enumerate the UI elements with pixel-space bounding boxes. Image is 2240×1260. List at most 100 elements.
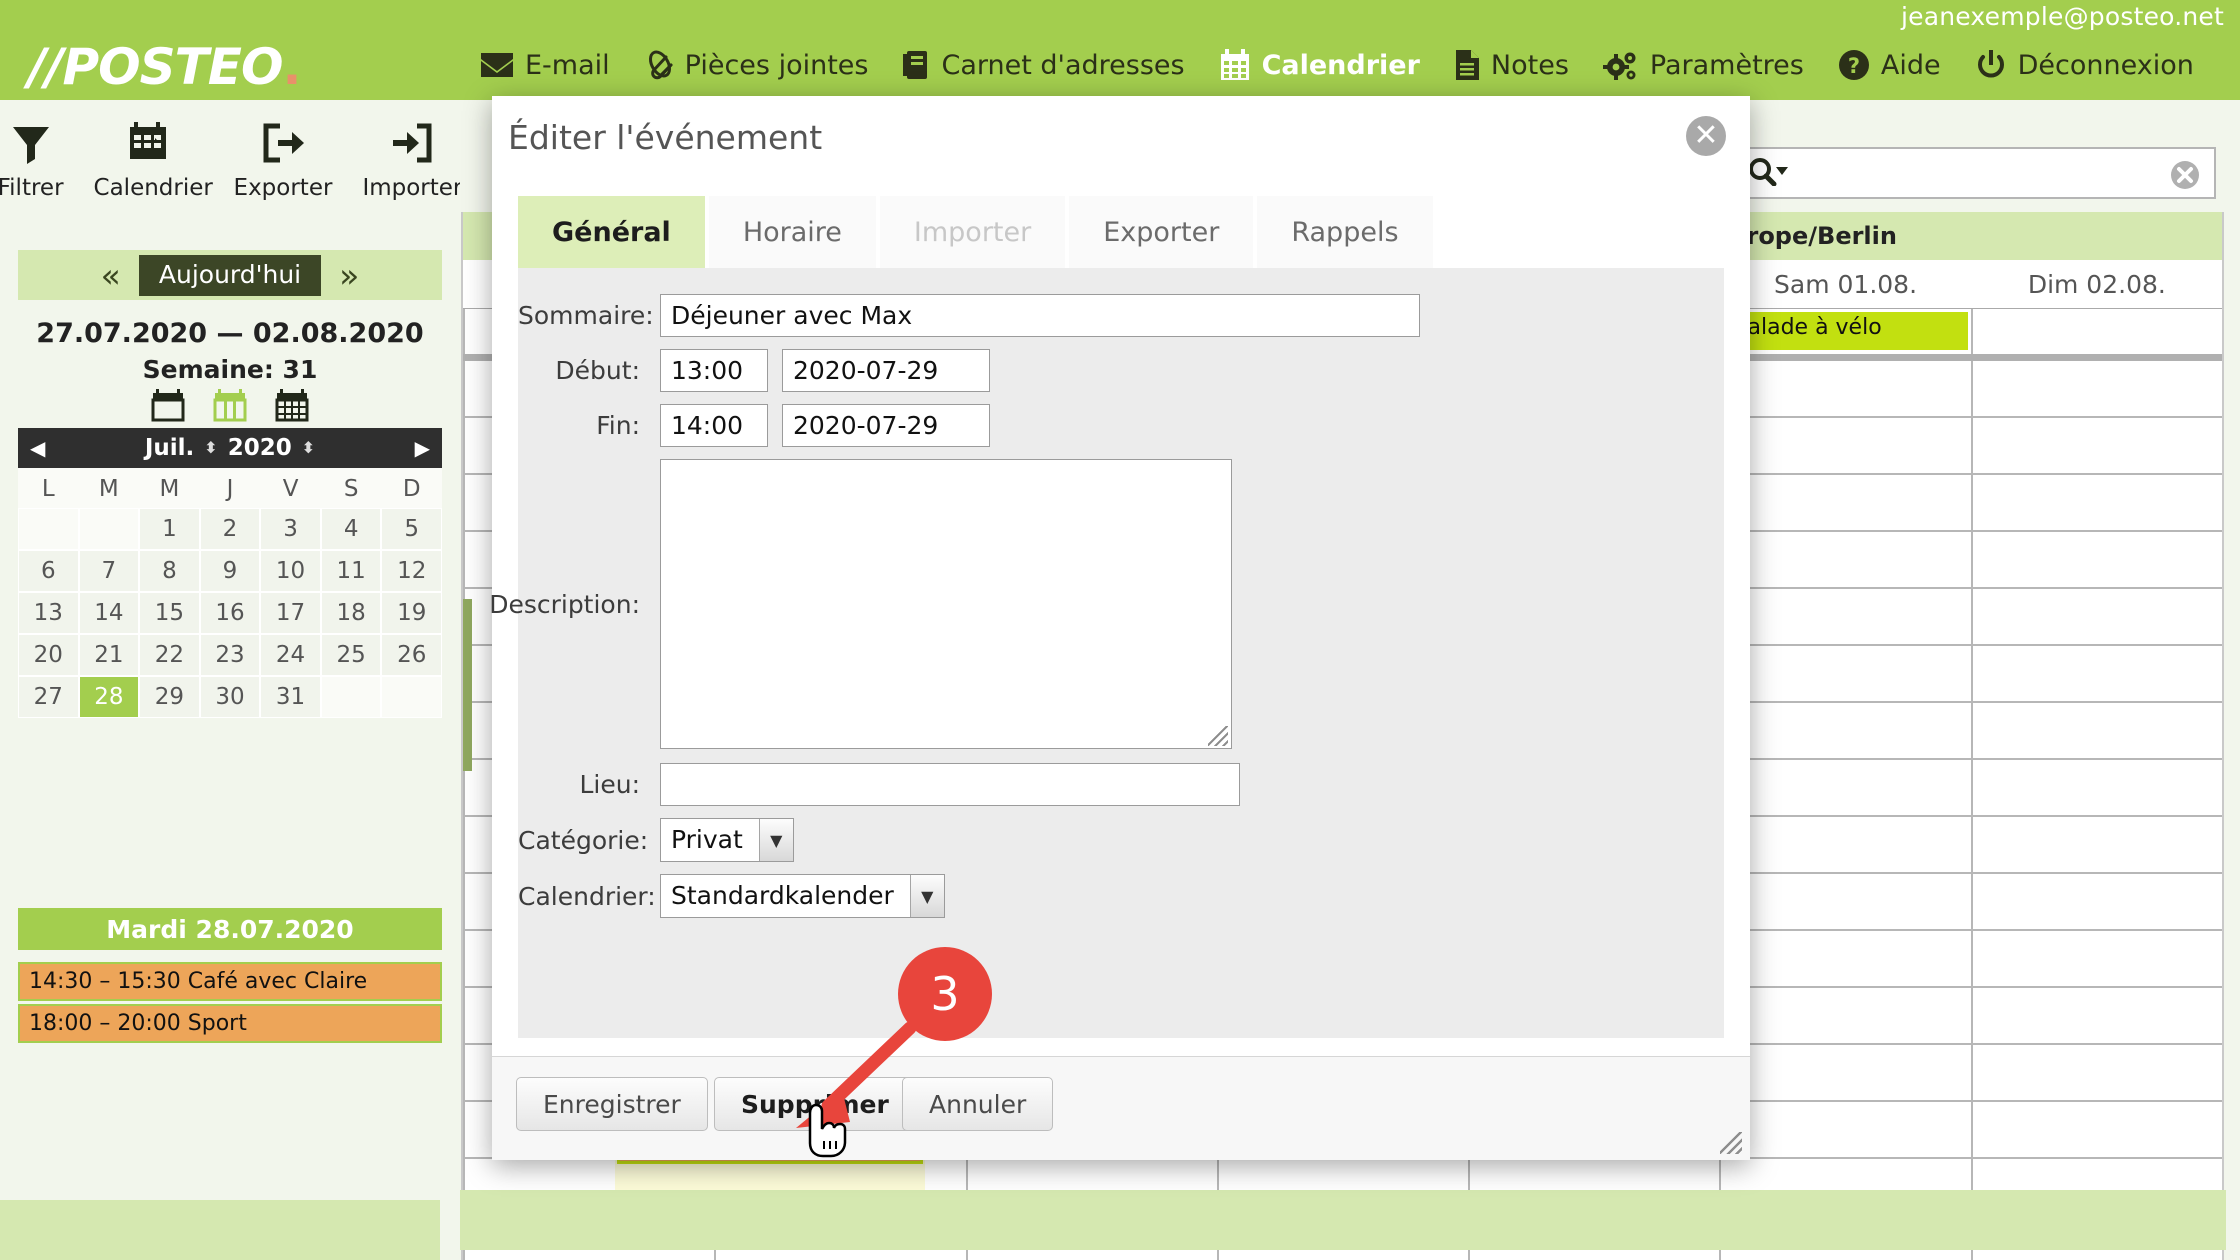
hour-cell[interactable] xyxy=(1970,1045,2222,1100)
mini-cal-day[interactable]: 29 xyxy=(139,676,200,718)
hour-cell[interactable] xyxy=(1719,589,1970,644)
mini-cal-month[interactable]: Juil. xyxy=(145,435,194,461)
hour-cell[interactable] xyxy=(1719,817,1970,872)
mini-cal-day[interactable]: 5 xyxy=(381,508,442,550)
day-column-header[interactable]: Dim 02.08. xyxy=(1971,260,2222,308)
mini-cal-day[interactable]: 11 xyxy=(320,550,382,592)
sidebar-tool-filter[interactable]: Filtrer xyxy=(0,112,64,230)
hour-cell[interactable] xyxy=(1719,1045,1970,1100)
end-date-input[interactable] xyxy=(782,404,990,447)
start-time-input[interactable] xyxy=(660,349,768,392)
search-input[interactable] xyxy=(1790,152,2214,194)
mini-cal-year[interactable]: 2020 xyxy=(228,435,292,461)
dialog-tab-exporter[interactable]: Exporter xyxy=(1069,196,1254,268)
mini-cal-day[interactable]: 18 xyxy=(320,592,382,634)
hour-cell[interactable] xyxy=(1719,760,1970,815)
hour-cell[interactable] xyxy=(1970,1102,2222,1157)
location-input[interactable] xyxy=(660,763,1240,806)
calendar-select[interactable]: Standardkalender ▼ xyxy=(660,874,945,918)
today-button[interactable]: Aujourd'hui xyxy=(138,254,322,296)
agenda-event-item[interactable]: 14:30 – 15:30 Café avec Claire xyxy=(18,962,442,1001)
all-day-cell[interactable] xyxy=(1970,309,2222,354)
close-icon[interactable]: ✕ xyxy=(1686,116,1726,156)
mini-cal-day[interactable]: 30 xyxy=(199,676,261,718)
mini-cal-day[interactable]: 25 xyxy=(320,634,382,676)
sidebar-tool-import[interactable]: Importer xyxy=(362,112,462,230)
hour-cell[interactable] xyxy=(1719,1102,1970,1157)
hour-cell[interactable] xyxy=(1719,361,1970,416)
mini-cal-day[interactable]: 12 xyxy=(381,550,442,592)
mini-cal-prev-icon[interactable]: ◀ xyxy=(30,436,45,460)
hour-cell[interactable] xyxy=(1970,418,2222,473)
summary-input[interactable] xyxy=(660,294,1420,337)
hour-cell[interactable] xyxy=(1970,874,2222,929)
hour-cell[interactable] xyxy=(1970,589,2222,644)
mini-cal-day[interactable]: 16 xyxy=(199,592,261,634)
sidebar-tool-calendar[interactable]: Calendrier xyxy=(94,112,213,230)
mini-cal-day[interactable]: 8 xyxy=(139,550,200,592)
search-box[interactable] xyxy=(1732,147,2216,199)
hour-cell[interactable] xyxy=(1719,703,1970,758)
hour-cell[interactable] xyxy=(1719,475,1970,530)
hour-cell[interactable] xyxy=(1970,760,2222,815)
mini-cal-day[interactable]: 19 xyxy=(381,592,442,634)
nav-item-notes[interactable]: Notes xyxy=(1454,49,1569,81)
mini-cal-day[interactable]: 6 xyxy=(18,550,79,592)
day-view-icon[interactable] xyxy=(151,388,185,426)
hour-cell[interactable] xyxy=(1719,418,1970,473)
nav-item-addressbook[interactable]: Carnet d'adresses xyxy=(902,49,1185,81)
save-button[interactable]: Enregistrer xyxy=(516,1077,708,1131)
posteo-logo[interactable]: //POSTEO. xyxy=(28,38,301,96)
hour-cell[interactable] xyxy=(1719,646,1970,701)
mini-cal-day[interactable]: 26 xyxy=(381,634,442,676)
hour-cell[interactable] xyxy=(1719,874,1970,929)
mini-cal-day[interactable]: 14 xyxy=(78,592,140,634)
hour-cell[interactable] xyxy=(1970,988,2222,1043)
hour-cell[interactable] xyxy=(1970,817,2222,872)
chevron-down-icon[interactable]: ▼ xyxy=(909,875,944,917)
mini-cal-day[interactable]: 9 xyxy=(199,550,261,592)
mini-cal-day[interactable]: 24 xyxy=(260,634,321,676)
next-week-button[interactable]: » xyxy=(339,259,359,292)
mini-cal-next-icon[interactable]: ▶ xyxy=(415,436,430,460)
mini-cal-day[interactable]: 31 xyxy=(260,676,321,718)
dialog-tab-gnral[interactable]: Général xyxy=(518,196,705,268)
nav-item-attachments[interactable]: Pièces jointes xyxy=(644,49,868,81)
clear-icon[interactable] xyxy=(2170,160,2200,194)
mini-cal-day[interactable]: 21 xyxy=(78,634,140,676)
mini-cal-day[interactable]: 7 xyxy=(78,550,140,592)
mini-cal-day[interactable]: 4 xyxy=(320,508,382,550)
hour-cell[interactable] xyxy=(1970,703,2222,758)
mini-cal-day[interactable]: 28 xyxy=(78,676,140,718)
agenda-event-item[interactable]: 18:00 – 20:00 Sport xyxy=(18,1004,442,1043)
all-day-event[interactable]: Balade à vélo xyxy=(1724,312,1968,350)
search-icon[interactable] xyxy=(1746,156,1790,190)
all-day-cell[interactable]: Balade à vélo xyxy=(1719,309,1970,354)
nav-item-help[interactable]: ? Aide xyxy=(1838,49,1941,81)
mini-cal-day[interactable]: 13 xyxy=(18,592,79,634)
mini-cal-day[interactable]: 20 xyxy=(18,634,79,676)
dialog-tab-rappels[interactable]: Rappels xyxy=(1257,196,1433,268)
mini-cal-day[interactable]: 3 xyxy=(260,508,321,550)
dialog-tab-horaire[interactable]: Horaire xyxy=(708,196,876,268)
hour-cell[interactable] xyxy=(1970,475,2222,530)
nav-item-email[interactable]: E-mail xyxy=(480,50,610,81)
hour-cell[interactable] xyxy=(1970,532,2222,587)
mini-cal-day[interactable]: 27 xyxy=(18,676,79,718)
nav-item-logout[interactable]: Déconnexion xyxy=(1975,49,2194,81)
category-select[interactable]: Privat ▼ xyxy=(660,818,794,862)
end-time-input[interactable] xyxy=(660,404,768,447)
hour-cell[interactable] xyxy=(1970,646,2222,701)
chevron-down-icon[interactable]: ▼ xyxy=(758,819,793,861)
textarea-resize-handle[interactable] xyxy=(1208,726,1228,746)
mini-cal-day[interactable]: 15 xyxy=(139,592,200,634)
description-textarea[interactable] xyxy=(661,460,1231,748)
hour-cell[interactable] xyxy=(1970,361,2222,416)
day-column-header[interactable]: Sam 01.08. xyxy=(1719,260,1970,308)
mini-cal-day[interactable]: 23 xyxy=(199,634,261,676)
mini-cal-day[interactable]: 10 xyxy=(260,550,321,592)
hour-cell[interactable] xyxy=(1719,931,1970,986)
hour-cell[interactable] xyxy=(1719,988,1970,1043)
month-spinner-icon[interactable]: ⬍ xyxy=(204,439,217,455)
hour-cell[interactable] xyxy=(1970,931,2222,986)
